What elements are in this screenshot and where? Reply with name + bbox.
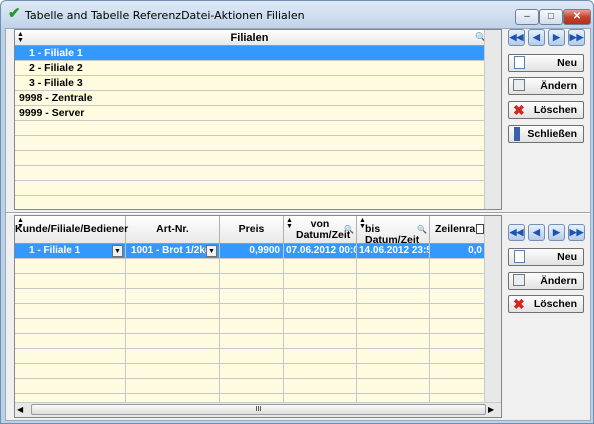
list-item[interactable]: 9999 - Server xyxy=(15,106,484,121)
column-zeilenrabatt[interactable]: Zeilenrabatt xyxy=(430,216,495,244)
list-item[interactable]: 9998 - Zentrale xyxy=(15,91,484,106)
column-divider xyxy=(283,259,284,402)
last-record-button[interactable]: ▶▶ xyxy=(568,29,585,46)
table-row[interactable] xyxy=(15,364,484,379)
new-document-icon xyxy=(514,250,525,263)
filialen-grid: ▲ ▼ Filialen 🔍 1 - Filiale 1 2 - Filiale … xyxy=(14,29,502,210)
first-record-button[interactable]: ◀◀ xyxy=(508,224,525,241)
sort-icon[interactable]: ▲ ▼ xyxy=(17,217,24,230)
cell-kunde[interactable]: 1 - Filiale 1 ▼ xyxy=(15,244,126,259)
table-row[interactable] xyxy=(15,319,484,334)
column-divider xyxy=(219,259,220,402)
column-von[interactable]: ▲ ▼ von Datum/Zeit 🔍 xyxy=(284,216,357,244)
cell-art[interactable]: 1001 - Brot 1/2kg ▼ xyxy=(126,244,220,259)
aktionen-grid: ▲ ▼ Kunde/Filiale/Bediener Art-Nr. Preis … xyxy=(14,215,502,418)
dropdown-arrow-icon[interactable]: ▼ xyxy=(206,245,217,257)
sort-icon[interactable]: ▲ ▼ xyxy=(359,217,366,230)
minimize-button[interactable]: – xyxy=(515,9,539,25)
schliessen-button[interactable]: Schließen xyxy=(508,125,584,143)
list-item[interactable]: 3 - Filiale 3 xyxy=(15,76,484,91)
column-filialen[interactable]: Filialen xyxy=(15,32,484,44)
table-row[interactable] xyxy=(15,349,484,364)
close-button[interactable]: ✕ xyxy=(563,9,591,25)
next-record-button[interactable]: ▶ xyxy=(548,224,565,241)
column-kunde[interactable]: ▲ ▼ Kunde/Filiale/Bediener xyxy=(15,216,128,244)
dropdown-arrow-icon[interactable]: ▼ xyxy=(112,245,123,257)
bottom-nav: ◀◀ ◀ ▶ ▶▶ xyxy=(508,224,588,241)
table-row[interactable] xyxy=(15,304,484,319)
next-record-button[interactable]: ▶ xyxy=(548,29,565,46)
prev-record-button[interactable]: ◀ xyxy=(528,29,545,46)
column-divider xyxy=(125,259,126,402)
aendern-button[interactable]: Ändern xyxy=(508,77,584,95)
maximize-button[interactable]: □ xyxy=(539,9,563,25)
last-record-button[interactable]: ▶▶ xyxy=(568,224,585,241)
sort-icon[interactable]: ▲ ▼ xyxy=(286,217,293,230)
list-item[interactable] xyxy=(15,151,484,166)
scroll-left-icon[interactable]: ◀ xyxy=(17,405,23,414)
edit-icon xyxy=(513,79,525,91)
aendern-button-bottom[interactable]: Ändern xyxy=(508,272,584,290)
list-item[interactable] xyxy=(15,136,484,151)
list-item[interactable] xyxy=(15,181,484,196)
column-bis[interactable]: ▲ ▼ bis Datum/Zeit 🔍 xyxy=(357,216,430,246)
delete-x-icon: ✖ xyxy=(513,296,525,312)
scroll-thumb[interactable]: III xyxy=(31,404,486,415)
first-record-button[interactable]: ◀◀ xyxy=(508,29,525,46)
vertical-scrollbar[interactable] xyxy=(484,216,501,402)
table-row[interactable]: 1 - Filiale 1 ▼ 1001 - Brot 1/2kg ▼ 0,9900… xyxy=(15,244,484,259)
column-divider xyxy=(356,259,357,402)
client-area: ▲ ▼ Filialen 🔍 1 - Filiale 1 2 - Filiale … xyxy=(5,28,591,421)
search-icon[interactable]: 🔍 xyxy=(417,224,427,235)
cell-rabatt[interactable]: 0,0 xyxy=(430,244,484,259)
list-item[interactable] xyxy=(15,121,484,136)
trash-icon[interactable] xyxy=(476,224,484,234)
window-title: Tabelle and Tabelle ReferenzDatei-Aktion… xyxy=(25,9,305,22)
neu-button-bottom[interactable]: Neu xyxy=(508,248,584,266)
column-preis[interactable]: Preis xyxy=(220,216,284,244)
search-icon[interactable]: 🔍 xyxy=(344,224,354,235)
prev-record-button[interactable]: ◀ xyxy=(528,224,545,241)
table-row[interactable] xyxy=(15,289,484,304)
new-document-icon xyxy=(514,56,525,69)
cell-bis[interactable]: 14.06.2012 23:59 xyxy=(357,244,430,259)
list-item[interactable] xyxy=(15,166,484,181)
app-window: ✔ Tabelle and Tabelle ReferenzDatei-Akti… xyxy=(0,0,594,424)
list-item[interactable] xyxy=(15,196,484,209)
table-row[interactable] xyxy=(15,259,484,274)
column-divider xyxy=(429,259,430,402)
loeschen-button-bottom[interactable]: ✖ Löschen xyxy=(508,295,584,313)
column-art-nr[interactable]: Art-Nr. xyxy=(126,216,220,244)
table-row[interactable] xyxy=(15,379,484,394)
edit-icon xyxy=(513,274,525,286)
scroll-right-icon[interactable]: ▶ xyxy=(488,405,494,414)
checkmark-icon: ✔ xyxy=(8,5,21,22)
vertical-scrollbar[interactable] xyxy=(484,30,501,209)
splitter[interactable] xyxy=(6,212,590,214)
top-nav: ◀◀ ◀ ▶ ▶▶ xyxy=(508,29,588,46)
aktionen-header: ▲ ▼ Kunde/Filiale/Bediener Art-Nr. Preis … xyxy=(15,216,495,246)
table-row[interactable] xyxy=(15,394,484,402)
horizontal-scrollbar[interactable]: ◀ III ▶ xyxy=(15,402,501,417)
list-item[interactable]: 1 - Filiale 1 xyxy=(15,46,484,61)
cell-von[interactable]: 07.06.2012 00:00 xyxy=(284,244,357,259)
loeschen-button[interactable]: ✖ Löschen xyxy=(508,101,584,119)
filialen-header: ▲ ▼ Filialen 🔍 xyxy=(15,30,496,46)
table-row[interactable] xyxy=(15,334,484,349)
delete-x-icon: ✖ xyxy=(513,102,525,118)
neu-button[interactable]: Neu xyxy=(508,54,584,72)
cell-preis[interactable]: 0,9900 xyxy=(220,244,284,259)
table-row[interactable] xyxy=(15,274,484,289)
list-item[interactable]: 2 - Filiale 2 xyxy=(15,61,484,76)
exit-door-icon xyxy=(514,127,520,141)
title-bar: ✔ Tabelle and Tabelle ReferenzDatei-Akti… xyxy=(1,1,593,29)
